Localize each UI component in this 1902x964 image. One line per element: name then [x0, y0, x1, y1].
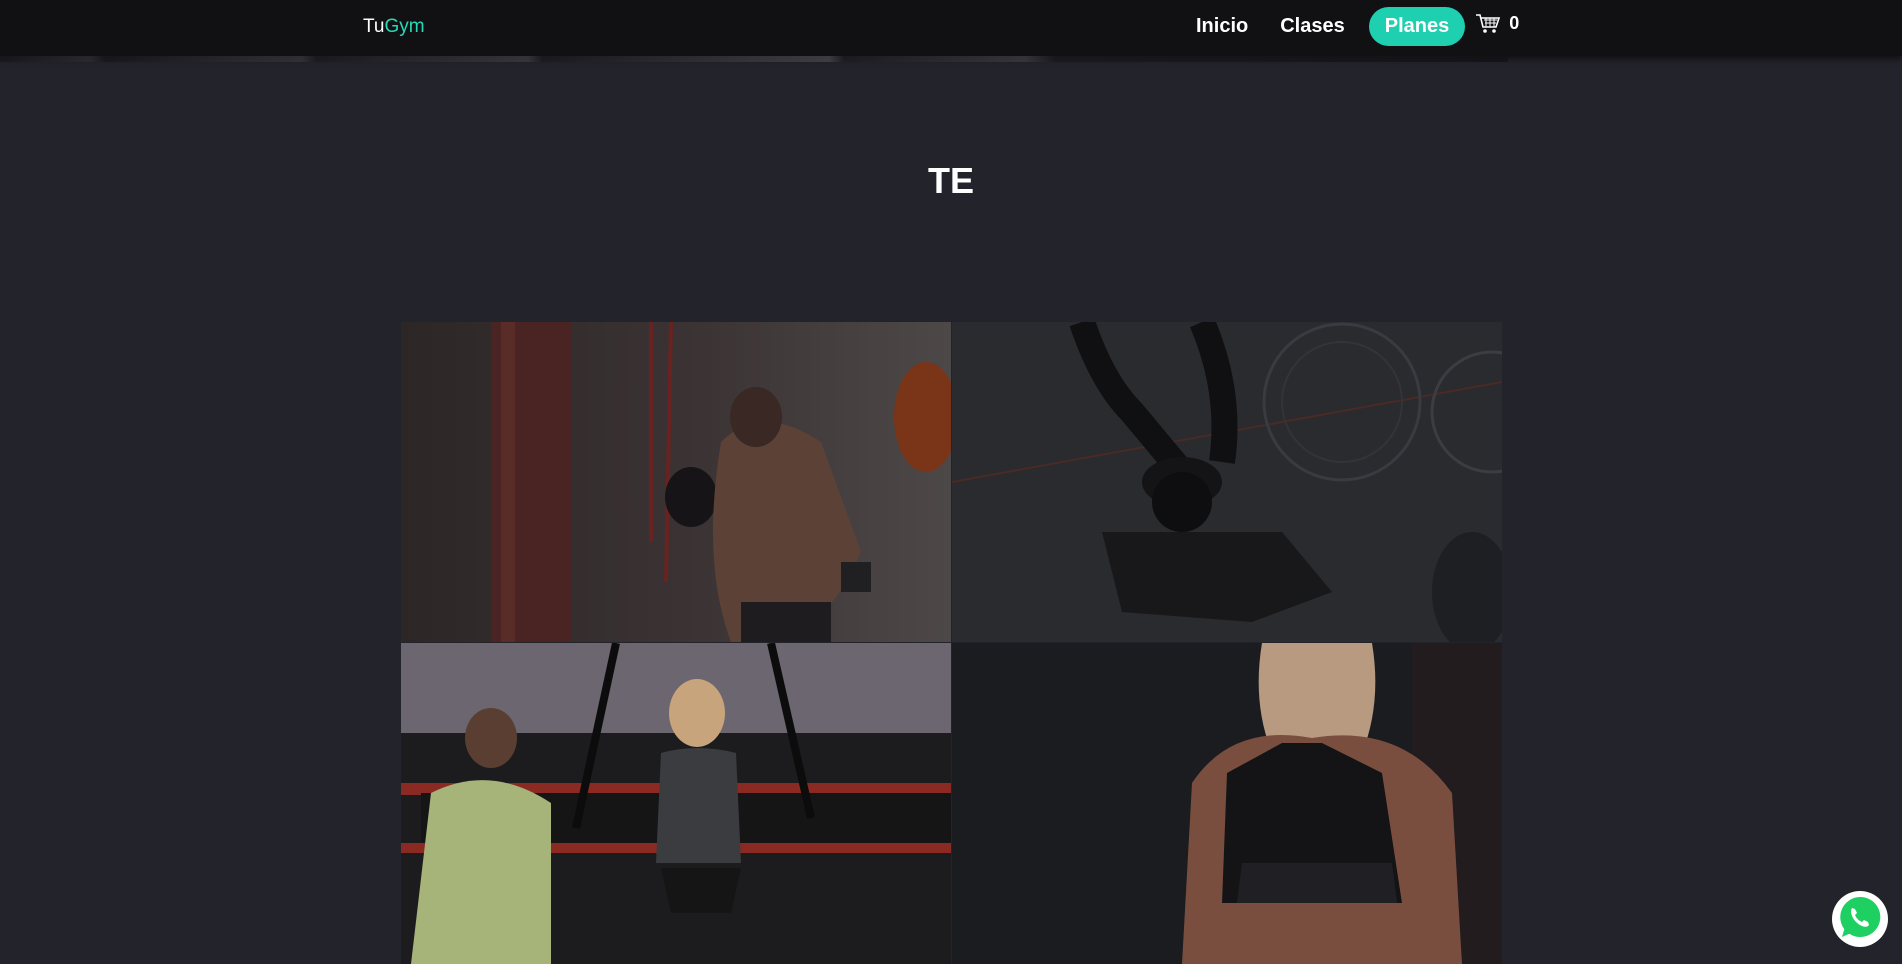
- brand-text-gym: Gym: [384, 16, 425, 37]
- main-nav: Inicio Clases Planes 0: [1180, 7, 1519, 46]
- whatsapp-button[interactable]: [1832, 891, 1888, 947]
- whatsapp-icon: [1834, 891, 1886, 947]
- navbar: TuGym Inicio Clases Planes 0: [0, 0, 1902, 56]
- page-heading: TE: [927, 160, 974, 201]
- cart-count: 0: [1509, 13, 1520, 33]
- nav-link-inicio[interactable]: Inicio: [1180, 7, 1264, 46]
- nav-link-planes[interactable]: Planes: [1368, 7, 1466, 46]
- nav-link-clases[interactable]: Clases: [1264, 7, 1361, 46]
- brand-text-tu: Tu: [363, 16, 385, 37]
- brand-logo[interactable]: TuGym: [363, 16, 425, 38]
- shopping-cart-icon: [1475, 12, 1501, 42]
- athlete-back-photo: [952, 643, 1502, 964]
- navbar-shadow-strip: [0, 56, 1508, 62]
- boxing-bag-photo: [401, 322, 951, 642]
- photo-gallery: [401, 322, 1502, 964]
- cart-button[interactable]: 0: [1475, 12, 1519, 42]
- air-bike-photo: [952, 322, 1502, 642]
- trainer-suspension-training-photo: [401, 643, 951, 964]
